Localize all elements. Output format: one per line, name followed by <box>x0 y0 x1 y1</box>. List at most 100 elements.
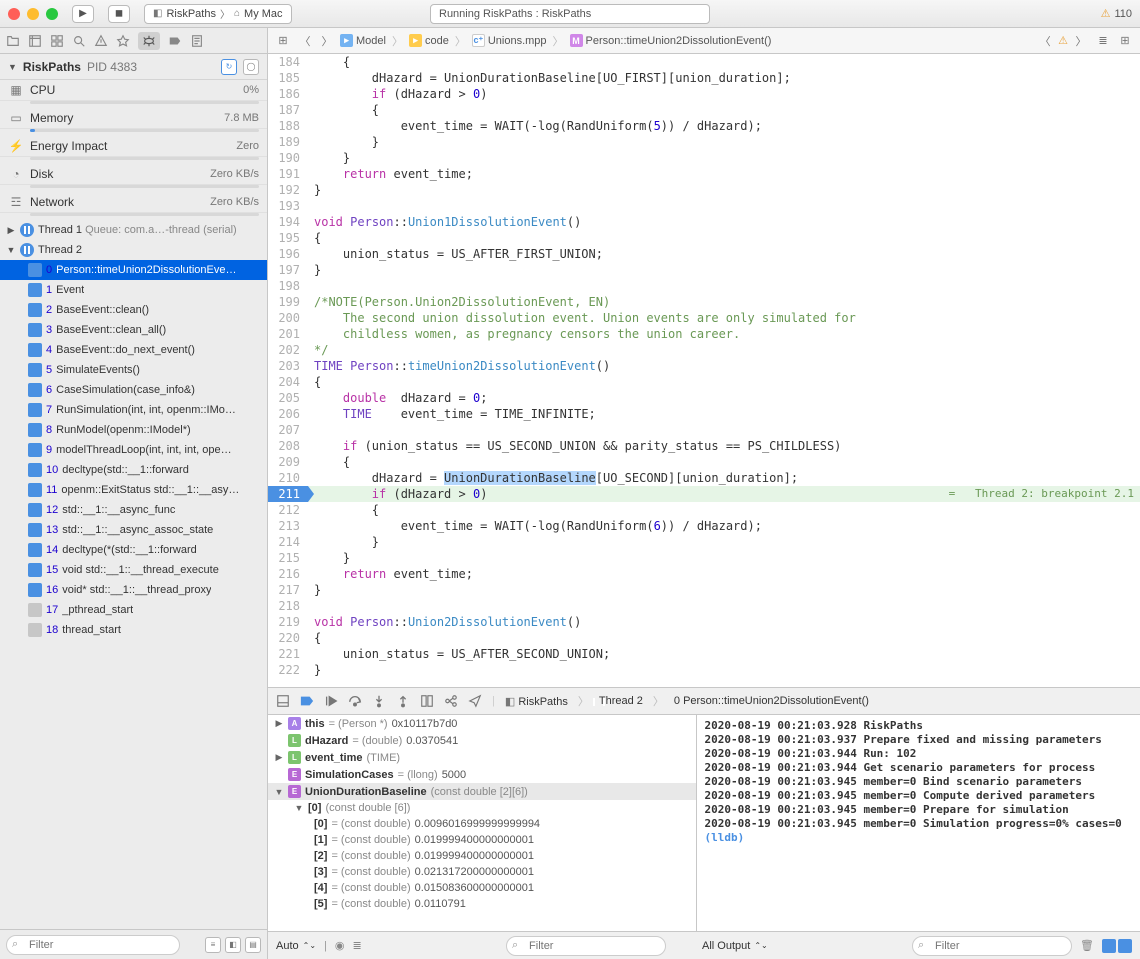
source-control-nav-icon[interactable] <box>28 34 42 48</box>
memory-graph-icon[interactable] <box>444 694 458 708</box>
scheme-selector[interactable]: ◧ RiskPaths 〉 ⌂ My Mac <box>144 4 292 24</box>
var-array-item[interactable]: [3] = (const double) 0.02131720000000000… <box>268 864 696 880</box>
gauge-row[interactable]: ▭ Memory 7.8 MB <box>0 108 267 129</box>
continue-icon[interactable] <box>324 694 338 708</box>
code-line[interactable]: 190 } <box>268 150 1140 166</box>
console-output[interactable]: 2020-08-19 00:21:03.928 RiskPaths2020-08… <box>697 715 1140 931</box>
code-line[interactable]: 220 { <box>268 630 1140 646</box>
code-line[interactable]: 211 if (dHazard > 0)= Thread 2: breakpoi… <box>268 486 1140 502</box>
var-dhazard[interactable]: LdHazard = (double) 0.0370541 <box>268 732 696 749</box>
stack-frame[interactable]: 6 CaseSimulation(case_info&) <box>0 380 267 400</box>
disclosure-icon[interactable]: ▼ <box>8 62 17 72</box>
stack-frame[interactable]: 8 RunModel(openm::IModel*) <box>0 420 267 440</box>
navigator-tabs[interactable] <box>0 28 267 54</box>
stack-frame[interactable]: 1 Event <box>0 280 267 300</box>
prev-issue-icon[interactable]: 〈 <box>1036 32 1054 50</box>
issue-nav-icon[interactable] <box>94 34 108 48</box>
gauge-row[interactable]: ☲ Network Zero KB/s <box>0 192 267 213</box>
code-line[interactable]: 207 <box>268 422 1140 438</box>
find-nav-icon[interactable] <box>72 34 86 48</box>
code-line[interactable]: 208 if (union_status == US_SECOND_UNION … <box>268 438 1140 454</box>
variables-scope[interactable]: Auto ⌃⌄ <box>276 940 316 952</box>
stack-frame[interactable]: 11 openm::ExitStatus std::__1::__asy… <box>0 480 267 500</box>
code-line[interactable]: 212 { <box>268 502 1140 518</box>
code-line[interactable]: 205 double dHazard = 0; <box>268 390 1140 406</box>
code-line[interactable]: 218 <box>268 598 1140 614</box>
breakpoints-toggle-icon[interactable] <box>300 694 314 708</box>
jump-bar[interactable]: ⊞ 〈 〉 ▸Model 〉 ▸code 〉 c⁺Unions.mpp 〉 MP… <box>268 28 1140 54</box>
test-nav-icon[interactable] <box>116 34 130 48</box>
stack-frame[interactable]: 2 BaseEvent::clean() <box>0 300 267 320</box>
project-nav-icon[interactable] <box>6 34 20 48</box>
next-issue-icon[interactable]: 〉 <box>1072 32 1090 50</box>
code-line[interactable]: 219 void Person::Union2DissolutionEvent(… <box>268 614 1140 630</box>
code-line[interactable]: 200 The second union dissolution event. … <box>268 310 1140 326</box>
step-into-icon[interactable] <box>372 694 386 708</box>
var-udb[interactable]: ▼EUnionDurationBaseline (const double [2… <box>268 783 696 800</box>
code-line[interactable]: 209 { <box>268 454 1140 470</box>
code-line[interactable]: 221 union_status = US_AFTER_SECOND_UNION… <box>268 646 1140 662</box>
code-line[interactable]: 198 <box>268 278 1140 294</box>
eye-icon[interactable]: ◉ <box>335 939 345 952</box>
code-line[interactable]: 203 TIME Person::timeUnion2DissolutionEv… <box>268 358 1140 374</box>
threads-icon[interactable]: ▤ <box>245 937 261 953</box>
trash-icon[interactable]: 🗑 <box>1080 939 1094 952</box>
add-editor-icon[interactable]: ⊞ <box>1116 32 1134 50</box>
var-udb-0[interactable]: ▼[0] (const double [6]) <box>268 800 696 816</box>
code-line[interactable]: 192 } <box>268 182 1140 198</box>
issue-badge[interactable]: ⚠ 110 <box>1101 7 1132 20</box>
code-line[interactable]: 188 event_time = WAIT(-log(RandUniform(5… <box>268 118 1140 134</box>
code-line[interactable]: 222 } <box>268 662 1140 678</box>
breakpoint-nav-icon[interactable] <box>168 34 182 48</box>
var-simcases[interactable]: ESimulationCases = (llong) 5000 <box>268 766 696 783</box>
gauge-row[interactable]: ⚡ Energy Impact Zero <box>0 136 267 157</box>
stack-frame[interactable]: 4 BaseEvent::do_next_event() <box>0 340 267 360</box>
code-line[interactable]: 196 union_status = US_AFTER_FIRST_UNION; <box>268 246 1140 262</box>
code-line[interactable]: 199 /*NOTE(Person.Union2DissolutionEvent… <box>268 294 1140 310</box>
code-line[interactable]: 186 if (dHazard > 0) <box>268 86 1140 102</box>
stack-frame[interactable]: 10 decltype(std::__1::forward <box>0 460 267 480</box>
code-line[interactable]: 197 } <box>268 262 1140 278</box>
scope-icon[interactable]: ◧ <box>225 937 241 953</box>
var-this[interactable]: ▶Athis = (Person *) 0x10117b7d0 <box>268 715 696 732</box>
console-filter-input[interactable] <box>912 936 1072 956</box>
stack-frame[interactable]: 12 std::__1::__async_func <box>0 500 267 520</box>
stack-frame[interactable]: 15 void std::__1::__thread_execute <box>0 560 267 580</box>
gauge-row[interactable]: ▦ CPU 0% <box>0 80 267 101</box>
close-icon[interactable] <box>8 8 20 20</box>
list-icon[interactable]: ≣ <box>353 939 362 952</box>
code-line[interactable]: 202 */ <box>268 342 1140 358</box>
simulate-location-icon[interactable] <box>468 694 482 708</box>
code-line[interactable]: 215 } <box>268 550 1140 566</box>
var-array-item[interactable]: [5] = (const double) 0.0110791 <box>268 896 696 912</box>
stack-frame[interactable]: 18 thread_start <box>0 620 267 640</box>
code-line[interactable]: 216 return event_time; <box>268 566 1140 582</box>
code-line[interactable]: 201 childless women, as pregnancy censor… <box>268 326 1140 342</box>
process-header[interactable]: ▼ RiskPaths PID 4383 ↻ ◯ <box>0 54 267 80</box>
filter-icon[interactable]: ≡ <box>205 937 221 953</box>
cycle-icon[interactable]: ↻ <box>221 59 237 75</box>
code-line[interactable]: 191 return event_time; <box>268 166 1140 182</box>
hide-debug-icon[interactable] <box>276 694 290 708</box>
code-line[interactable]: 217 } <box>268 582 1140 598</box>
stack-frame[interactable]: 0 Person::timeUnion2DissolutionEve… <box>0 260 267 280</box>
view-debug-icon[interactable] <box>420 694 434 708</box>
code-line[interactable]: 206 TIME event_time = TIME_INFINITE; <box>268 406 1140 422</box>
code-line[interactable]: 189 } <box>268 134 1140 150</box>
debug-nav-icon[interactable] <box>138 32 160 50</box>
code-line[interactable]: 184 { <box>268 54 1140 70</box>
code-line[interactable]: 213 event_time = WAIT(-log(RandUniform(6… <box>268 518 1140 534</box>
forward-button[interactable]: 〉 <box>318 32 336 50</box>
thread-1[interactable]: ▶ Thread 1 Queue: com.a…-thread (serial) <box>0 220 267 240</box>
panel-toggle[interactable] <box>1102 939 1132 953</box>
var-array-item[interactable]: [1] = (const double) 0.01999940000000000… <box>268 832 696 848</box>
stack-frame[interactable]: 17 _pthread_start <box>0 600 267 620</box>
stack-frame[interactable]: 5 SimulateEvents() <box>0 360 267 380</box>
var-array-item[interactable]: [4] = (const double) 0.01508360000000000… <box>268 880 696 896</box>
run-button[interactable]: ▶ <box>72 5 94 23</box>
var-array-item[interactable]: [0] = (const double) 0.00960169999999999… <box>268 816 696 832</box>
stack-frame[interactable]: 16 void* std::__1::__thread_proxy <box>0 580 267 600</box>
stack-frame[interactable]: 13 std::__1::__async_assoc_state <box>0 520 267 540</box>
related-items-icon[interactable]: ⊞ <box>274 32 292 50</box>
code-line[interactable]: 195 { <box>268 230 1140 246</box>
